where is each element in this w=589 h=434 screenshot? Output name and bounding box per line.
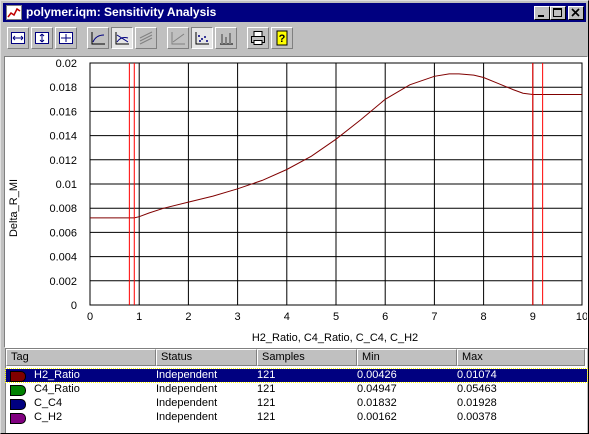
cell-samples: 121 <box>257 397 276 409</box>
x-axis-label: H2_Ratio, C4_Ratio, C_C4, C_H2 <box>252 332 418 344</box>
sensitivity-chart[interactable]: 0 0.002 0.004 0.006 0.008 0.01 0.012 0.014 0.016… <box>5 57 587 347</box>
x-tick-label: 9 <box>530 311 536 323</box>
header-tag[interactable]: Tag <box>6 349 156 366</box>
cell-samples: 121 <box>257 411 276 423</box>
cell-tag: C_C4 <box>34 397 63 409</box>
fit-height-button[interactable] <box>31 27 53 49</box>
line-plain-icon <box>171 32 185 45</box>
cell-tag: C_H2 <box>34 411 63 423</box>
window-title: polymer.iqm: Sensitivity Analysis <box>26 5 217 19</box>
scatter-button[interactable] <box>191 27 213 49</box>
header-max[interactable]: Max <box>457 349 585 366</box>
x-tick-label: 0 <box>87 311 93 323</box>
close-button[interactable] <box>568 6 584 20</box>
x-tick-label: 10 <box>576 311 587 323</box>
x-tick-label: 7 <box>431 311 437 323</box>
svg-text:?: ? <box>279 33 286 45</box>
x-tick-label: 1 <box>136 311 142 323</box>
x-tick-label: 2 <box>185 311 191 323</box>
cell-status: Independent <box>156 369 218 381</box>
chart-panel: 0 0.002 0.004 0.006 0.008 0.01 0.012 0.014 0.016… <box>4 56 588 348</box>
x-tick-label: 3 <box>235 311 241 323</box>
print-icon <box>251 31 265 45</box>
cell-min: 0.04947 <box>357 383 397 395</box>
chart-grid <box>89 62 583 306</box>
y-tick-labels: 0 0.002 0.004 0.006 0.008 0.01 0.012 0.014 0.016… <box>49 58 77 312</box>
tag-color-icon <box>10 399 26 410</box>
help-button[interactable]: ? <box>271 27 293 49</box>
table-row[interactable]: H2_Ratio Independent 121 0.00426 0.01074 <box>5 368 588 383</box>
table-row[interactable]: C4_Ratio Independent 121 0.04947 0.05463 <box>6 383 587 396</box>
cell-min: 0.00162 <box>357 411 397 423</box>
app-chart-icon <box>6 5 22 20</box>
fit-width-icon <box>11 32 25 44</box>
y-tick-label: 0.01 <box>56 179 77 191</box>
cell-max: 0.01074 <box>457 369 497 381</box>
print-button[interactable] <box>247 27 269 49</box>
cell-max: 0.00378 <box>457 411 497 423</box>
line-range-icon <box>115 32 129 45</box>
toolbar: ? <box>3 24 586 54</box>
table-row[interactable]: C_H2 Independent 121 0.00162 0.00378 <box>6 411 587 424</box>
y-tick-label: 0 <box>71 300 77 312</box>
minimize-button[interactable] <box>534 6 550 20</box>
cell-min: 0.00426 <box>357 369 397 381</box>
app-window: polymer.iqm: Sensitivity Analysis ? 0 0.… <box>0 0 589 434</box>
cell-samples: 121 <box>257 369 276 381</box>
y-axis-label: Delta_R_MI <box>8 179 20 237</box>
cell-max: 0.05463 <box>457 383 497 395</box>
y-tick-label: 0.014 <box>49 131 77 143</box>
area-button[interactable] <box>135 27 157 49</box>
fit-height-icon <box>35 32 49 44</box>
variables-table: Tag Status Samples Min Max H2_Ratio Indep… <box>5 348 588 433</box>
x-tick-label: 6 <box>382 311 388 323</box>
tag-color-icon <box>10 385 26 396</box>
y-tick-label: 0.016 <box>49 106 77 118</box>
y-tick-label: 0.006 <box>49 227 77 239</box>
help-icon: ? <box>276 30 288 46</box>
minimize-icon <box>538 15 544 17</box>
header-min[interactable]: Min <box>357 349 457 366</box>
fit-width-button[interactable] <box>7 27 29 49</box>
title-bar[interactable]: polymer.iqm: Sensitivity Analysis <box>3 3 586 22</box>
cell-samples: 121 <box>257 383 276 395</box>
cell-min: 0.01832 <box>357 397 397 409</box>
y-tick-label: 0.018 <box>49 82 77 94</box>
line-range-button[interactable] <box>111 27 133 49</box>
maximize-icon <box>553 8 562 17</box>
fit-all-button[interactable] <box>55 27 77 49</box>
maximize-button[interactable] <box>550 6 566 20</box>
fit-all-icon <box>59 32 73 44</box>
cell-tag: H2_Ratio <box>34 369 80 381</box>
cell-tag: C4_Ratio <box>34 383 80 395</box>
y-tick-label: 0.02 <box>56 58 77 70</box>
tag-color-icon <box>10 371 26 382</box>
y-tick-label: 0.008 <box>49 203 77 215</box>
x-tick-labels: 0 1 2 3 4 5 6 7 8 9 10 <box>87 311 587 323</box>
cell-status: Independent <box>156 397 218 409</box>
table-row[interactable]: C_C4 Independent 121 0.01832 0.01928 <box>6 397 587 410</box>
cell-status: Independent <box>156 411 218 423</box>
x-tick-label: 4 <box>284 311 290 323</box>
bar-chart-button[interactable] <box>215 27 237 49</box>
y-tick-label: 0.004 <box>49 252 77 264</box>
cell-max: 0.01928 <box>457 397 497 409</box>
cell-status: Independent <box>156 383 218 395</box>
area-icon <box>139 31 153 45</box>
line-chart-icon <box>91 32 105 45</box>
x-tick-label: 5 <box>333 311 339 323</box>
y-tick-label: 0.012 <box>49 155 77 167</box>
header-status[interactable]: Status <box>156 349 257 366</box>
line-plain-button[interactable] <box>167 27 189 49</box>
bar-chart-icon <box>220 33 233 45</box>
close-icon <box>571 8 580 17</box>
y-tick-label: 0.002 <box>49 276 77 288</box>
tag-color-icon <box>10 413 26 424</box>
scatter-icon <box>195 32 209 45</box>
header-samples[interactable]: Samples <box>257 349 357 366</box>
x-tick-label: 8 <box>481 311 487 323</box>
line-chart-button[interactable] <box>87 27 109 49</box>
